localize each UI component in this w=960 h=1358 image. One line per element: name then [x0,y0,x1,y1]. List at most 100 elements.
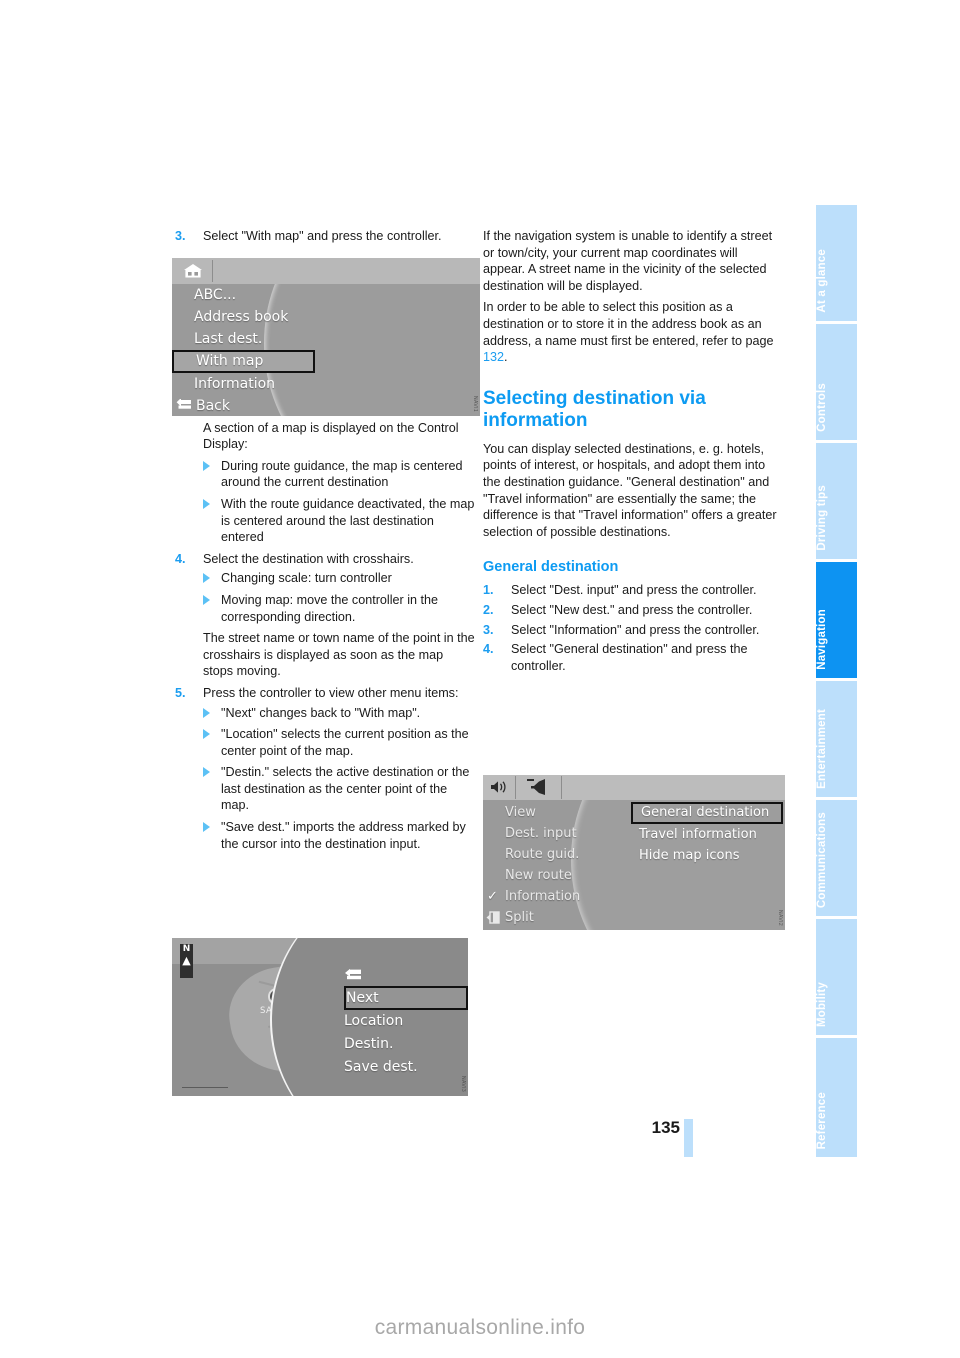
sidebar-tab-label: Navigation [816,609,828,670]
menu-list: ABC... Address book Last dest. With map … [172,284,317,416]
para-map-section: A section of a map is displayed on the C… [203,420,459,452]
menu-item-general-destination[interactable]: General destination [631,802,783,824]
step-number: 5. [175,685,186,700]
menu-item-label: Information [505,889,581,904]
para-store-address: In order to be able to select this posit… [483,299,783,365]
sidebar-tab-label: Entertainment [816,709,828,789]
step-number: 3. [483,622,494,637]
sidebar-tab-label: Reference [816,1091,828,1149]
mute-icon [525,777,551,802]
step-1-dest-input: 1. Select "Dest. input" and press the co… [483,582,783,599]
sidebar-tab-label: Mobility [816,981,828,1027]
map-scale-bar [182,1087,228,1088]
speaker-icon [489,779,511,800]
sidebar-tab-label: At a glance [816,249,828,313]
figure-ref-code: NAVI3 [460,1075,466,1092]
para-store-pre: In order to be able to select this posit… [483,300,774,348]
sidebar-tab-label: Driving tips [816,485,828,551]
menu-item-travel-information[interactable]: Travel information [631,824,783,845]
sidebar-tab-navigation[interactable]: Navigation [816,562,857,681]
page-number-bar [684,1119,693,1157]
step-text: Select "General destination" and press t… [511,642,748,673]
bullet-text: "Location" selects the current position … [221,727,469,758]
manual-page: 3. Select "With map" and press the contr… [0,0,960,1358]
triangle-bullet-icon [203,573,210,584]
step-text: Select the destination with crosshairs. [203,551,414,566]
split-icon [486,910,500,930]
top-bar-divider [561,776,562,799]
menu-item-save-dest[interactable]: Save dest. [344,1056,468,1079]
figure-ref-code: NAVI1 [472,395,478,412]
step-text: Select "Information" and press the contr… [511,622,760,637]
screenshot-destination-menu: ABC... Address book Last dest. With map … [172,258,480,416]
triangle-bullet-icon [203,594,210,605]
sidebar-tab-entertainment[interactable]: Entertainment [816,681,857,800]
para-identify: If the navigation system is unable to id… [483,229,773,293]
step-4-general-destination: 4. Select "General destination" and pres… [483,641,783,674]
sidebar-tab-reference[interactable]: Reference [816,1038,857,1157]
para-store-post: . [504,350,508,365]
footer-watermark: carmanualsonline.info [374,1316,586,1339]
right-column: If the navigation system is unable to id… [483,228,783,677]
back-arrow-icon [344,965,362,987]
bullet-text: Changing scale: turn controller [221,571,392,586]
page-reference-link[interactable]: 132 [483,350,504,364]
screenshot-map-with-menu: HAYWARD SAN FRANC N ▲ Next Location Dest… [172,938,468,1096]
step-number: 4. [483,642,494,657]
heading-general-destination: General destination [483,559,619,576]
menu-item-dest-input[interactable]: Dest. input [483,823,623,844]
step-2-new-dest: 2. Select "New dest." and press the cont… [483,602,783,619]
top-bar-divider [212,260,213,282]
menu-item-next[interactable]: Next [344,986,468,1010]
sidebar-tab-at-a-glance[interactable]: At a glance [816,205,857,324]
sidebar-tab-driving-tips[interactable]: Driving tips [816,443,857,562]
menu-item-information[interactable]: ✓ Information [483,886,623,907]
bullet-text: With the route guidance deactivated, the… [221,496,475,545]
menu-item-back[interactable] [344,964,468,986]
bullet-destin: "Destin." selects the active destination… [175,764,475,814]
menu-item-label: Split [505,910,534,925]
heading-selecting-destination-via-information: Selecting destination via information [483,387,706,431]
bullet-text: "Save dest." imports the address marked … [221,820,466,851]
sidebar-tab-controls[interactable]: Controls [816,324,857,443]
menu-item-back[interactable]: Back [172,395,317,416]
menu-item-last-dest[interactable]: Last dest. [172,328,317,350]
menu-item-with-map[interactable]: With map [172,350,315,373]
step-number: 4. [175,551,186,566]
triangle-bullet-icon [203,822,210,833]
menu-item-route-guid[interactable]: Route guid. [483,844,623,865]
step-text: Press the controller to view other menu … [203,685,459,700]
menu-item-abc[interactable]: ABC... [172,284,317,306]
menu-list-left: View Dest. input Route guid. New route ✓… [483,802,623,928]
sidebar-tab-communications[interactable]: Communications [816,800,857,919]
sidebar-tab-label: Communications [816,811,828,908]
sidebar-tab-mobility[interactable]: Mobility [816,919,857,1038]
step-3-information: 3. Select "Information" and press the co… [483,622,783,639]
home-icon [180,262,206,280]
step-text: Select "With map" and press the controll… [203,229,442,243]
menu-item-view[interactable]: View [483,802,623,823]
menu-item-location[interactable]: Location [344,1010,468,1033]
step-5-press-controller: 5. Press the controller to view other me… [175,685,475,702]
menu-item-information[interactable]: Information [172,373,317,395]
menu-item-split[interactable]: Split [483,907,623,928]
step-3-with-map: 3. Select "With map" and press the contr… [175,228,475,245]
sidebar-tab-label: Controls [816,383,828,432]
step-number: 1. [483,583,494,598]
bullet-text: "Next" changes back to "With map". [221,705,421,720]
compass-icon: N ▲ [180,944,193,978]
triangle-bullet-icon [203,767,210,778]
screenshot-top-bar [172,258,480,284]
bullet-text: "Destin." selects the active destination… [221,765,470,813]
menu-item-address-book[interactable]: Address book [172,306,317,328]
compass-arrow-icon: ▲ [182,954,191,967]
checkmark-icon: ✓ [487,889,498,904]
step-text: Select "Dest. input" and press the contr… [511,583,757,598]
menu-item-new-route[interactable]: New route [483,865,623,886]
step-text: Select "New dest." and press the control… [511,602,753,617]
figure-ref-code: NAVI2 [777,909,783,926]
menu-item-hide-map-icons[interactable]: Hide map icons [631,845,783,866]
triangle-bullet-icon [203,729,210,740]
menu-item-destin[interactable]: Destin. [344,1033,468,1056]
step-number: 2. [483,602,494,617]
